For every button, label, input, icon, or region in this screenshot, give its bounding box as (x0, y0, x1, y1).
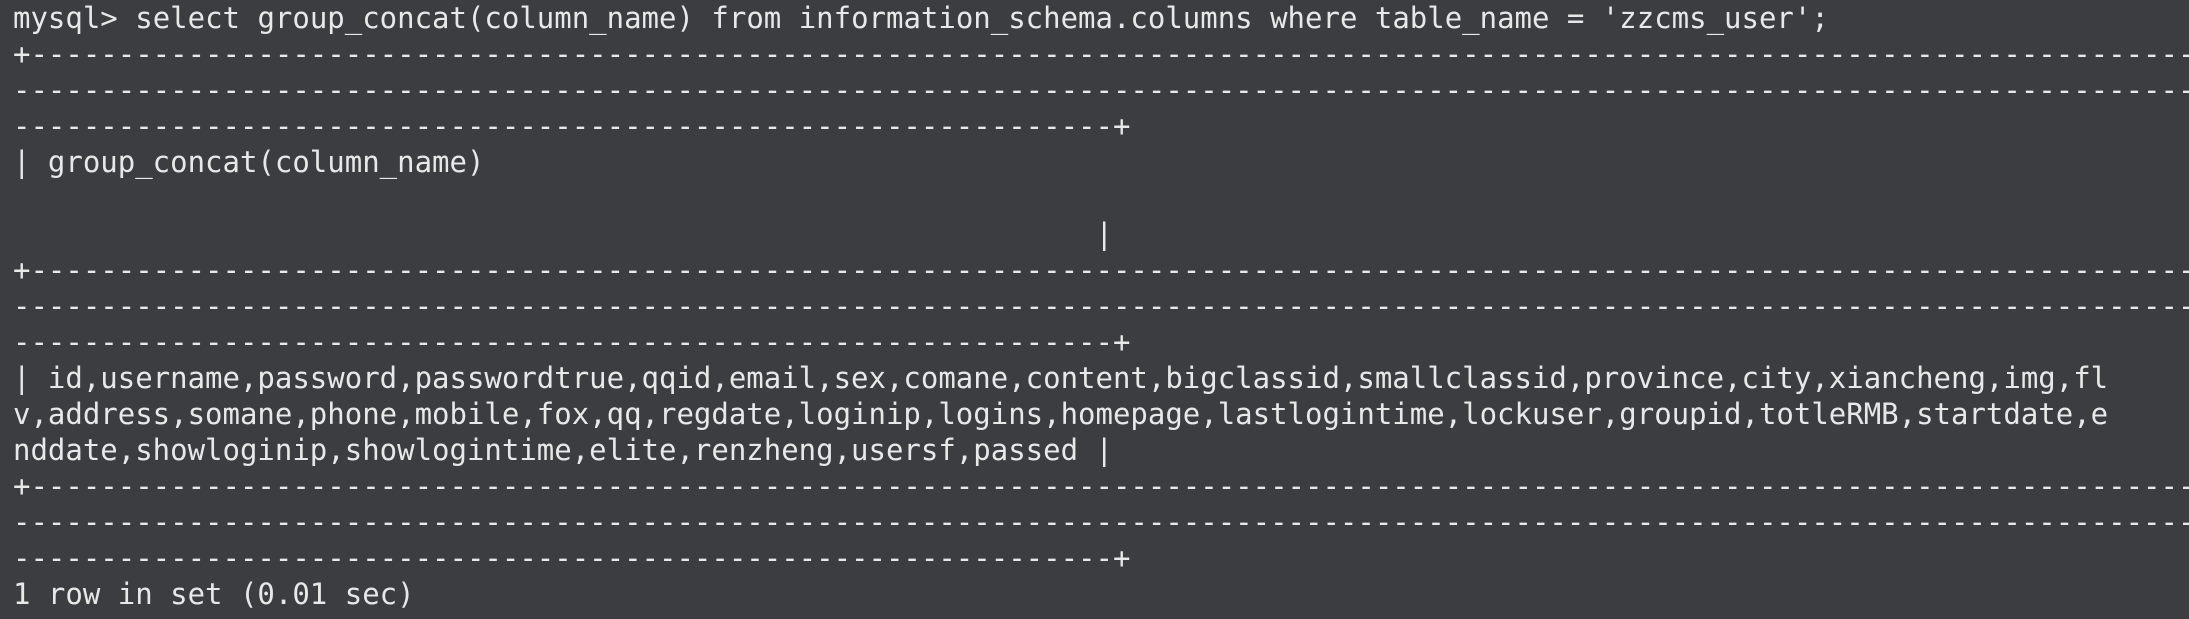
terminal-window[interactable]: mysql> select group_concat(column_name) … (0, 0, 2189, 619)
mysql-prompt: mysql> (13, 1, 118, 35)
table-top-border-2: ----------------------------------------… (13, 73, 2189, 107)
table-bottom-border-3: ----------------------------------------… (13, 541, 1131, 575)
command-line: mysql> select group_concat(column_name) … (13, 0, 2189, 36)
table-row-line-2: v,address,somane,phone,mobile,fox,qq,reg… (13, 397, 2109, 431)
table-bottom-border-2: ----------------------------------------… (13, 505, 2189, 539)
table-top-border-3: ----------------------------------------… (13, 109, 1131, 143)
table-row-line-3: nddate,showloginip,showlogintime,elite,r… (13, 433, 1113, 467)
result-summary: 1 row in set (0.01 sec) (13, 577, 415, 611)
table-mid-border-1: +---------------------------------------… (13, 253, 2189, 287)
table-bottom-border-1: +---------------------------------------… (13, 469, 2189, 503)
table-mid-border-2: ----------------------------------------… (13, 289, 2189, 323)
table-mid-border-3: ----------------------------------------… (13, 325, 1131, 359)
sql-command: select group_concat(column_name) from in… (135, 1, 1829, 35)
table-header-blank (13, 180, 2189, 216)
table-header: | group_concat(column_name) (13, 145, 485, 179)
table-header-close: | (13, 217, 1113, 251)
table-top-border-1: +---------------------------------------… (13, 37, 2189, 71)
table-row-line-1: | id,username,password,passwordtrue,qqid… (13, 361, 2109, 395)
